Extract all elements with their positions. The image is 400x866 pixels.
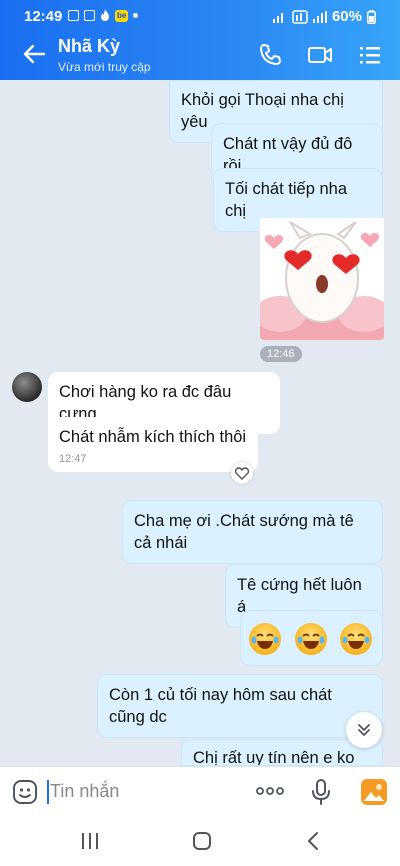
message-timestamp: 12:46 [260, 346, 302, 362]
contact-name[interactable]: Nhã Kỳ [58, 36, 120, 57]
laughing-emoji-icon [295, 623, 327, 655]
react-heart-icon[interactable] [231, 462, 253, 484]
double-chevron-down-icon [358, 724, 370, 736]
last-seen-status: Vừa mới truy cập [58, 60, 151, 74]
back-arrow-icon[interactable] [20, 40, 48, 68]
image-notification-icon [84, 10, 95, 21]
home-icon[interactable] [192, 831, 212, 851]
be-app-icon: be [115, 9, 129, 22]
recent-apps-icon[interactable] [80, 832, 100, 850]
received-message[interactable]: Chát nhẫm kích thích thôi 12:47 [48, 417, 258, 472]
volte-icon [292, 9, 308, 24]
heart-eyes-sticker[interactable] [260, 218, 384, 340]
more-options-icon[interactable] [256, 785, 284, 797]
laughing-emoji-icon [340, 623, 372, 655]
video-call-icon[interactable] [307, 42, 333, 68]
signal-strength-icon [312, 10, 327, 23]
message-composer: Tin nhắn [0, 766, 400, 816]
battery-percent: 60% [331, 8, 362, 25]
app-header: 12:49 be 60% Nhã Kỳ Vừa mới truy cập [0, 0, 400, 80]
sticker-image [260, 218, 384, 340]
more-notifications-dot [133, 13, 139, 18]
status-bar: 12:49 be 60% [0, 0, 400, 30]
back-nav-icon[interactable] [306, 831, 320, 851]
sent-message[interactable]: Còn 1 củ tối nay hôm sau chát cũng dc [97, 674, 383, 738]
text-cursor [47, 780, 49, 804]
sent-emoji-message[interactable] [240, 610, 383, 666]
gallery-notification-icon [68, 10, 79, 21]
message-input[interactable]: Tin nhắn [50, 781, 119, 802]
microphone-icon[interactable] [310, 778, 332, 806]
fire-notification-icon [101, 9, 109, 21]
chat-header: Nhã Kỳ Vừa mới truy cập [0, 30, 400, 80]
status-time: 12:49 [24, 8, 63, 25]
contact-avatar[interactable] [12, 372, 42, 402]
message-time: 12:47 [59, 453, 87, 465]
menu-list-icon[interactable] [357, 42, 383, 68]
laughing-emoji-icon [249, 623, 281, 655]
scroll-to-bottom-button[interactable] [346, 712, 382, 748]
emoji-sticker-icon[interactable] [12, 779, 38, 805]
signal-icon [272, 12, 283, 23]
system-nav-bar [0, 816, 400, 866]
battery-icon [367, 9, 376, 24]
image-gallery-icon[interactable] [360, 778, 388, 806]
sent-message[interactable]: Cha mẹ ơi .Chát sướng mà tê cả nhái [122, 500, 383, 564]
phone-call-icon[interactable] [257, 42, 283, 68]
